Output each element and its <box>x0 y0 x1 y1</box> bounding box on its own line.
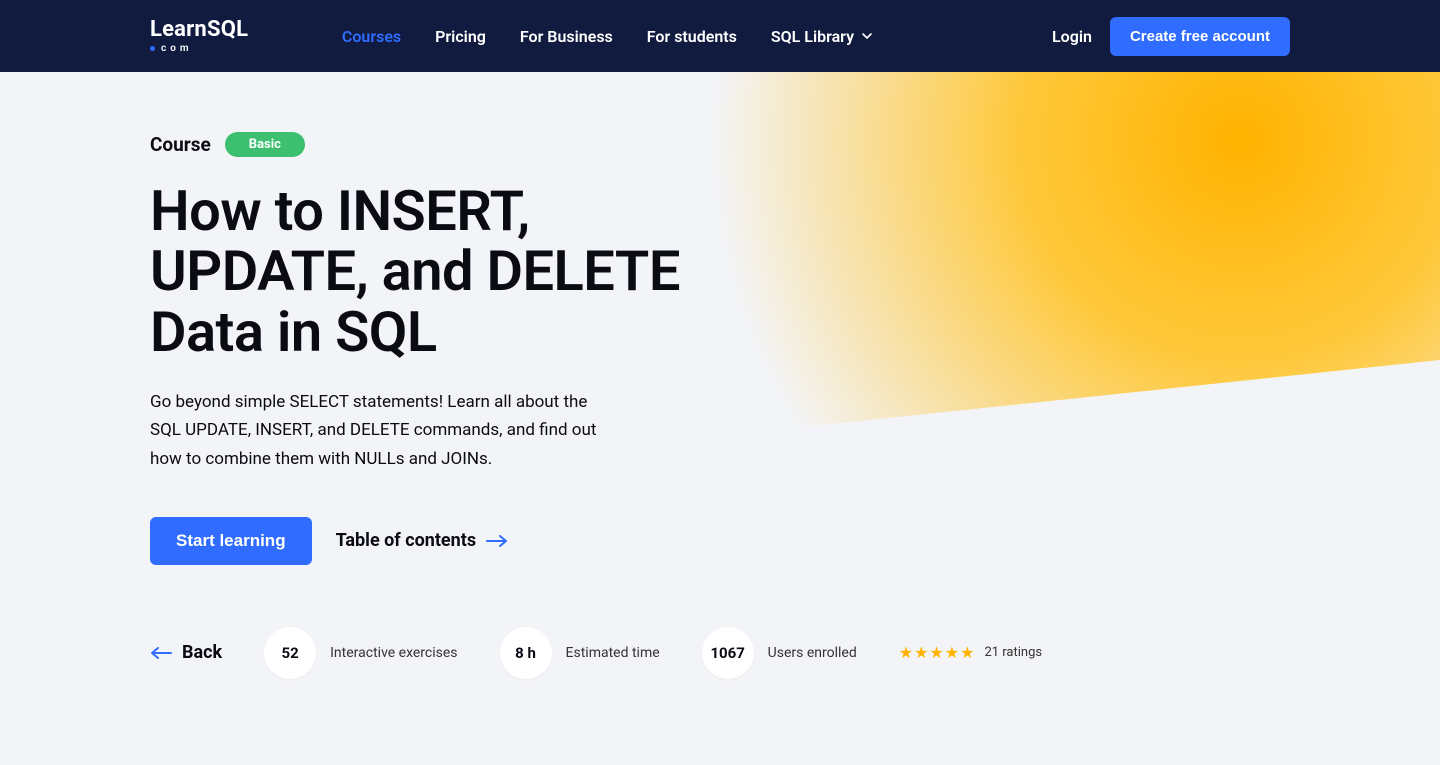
table-of-contents-link[interactable]: Table of contents <box>336 530 509 551</box>
course-meta-row: Course Basic <box>150 132 1440 157</box>
start-learning-button[interactable]: Start learning <box>150 517 312 565</box>
stat-exercises: 52 Interactive exercises <box>264 627 457 679</box>
stat-value: 8 h <box>500 627 552 679</box>
stat-time: 8 h Estimated time <box>500 627 660 679</box>
cta-row: Start learning Table of contents <box>150 517 1440 565</box>
star-icon: ★ <box>899 643 913 662</box>
logo-part-learn: Learn <box>150 19 207 41</box>
nav-pricing[interactable]: Pricing <box>435 27 486 46</box>
rating-count: 21 ratings <box>984 645 1042 660</box>
header-actions: Login Create free account <box>1052 17 1290 56</box>
stat-label: Estimated time <box>566 645 660 661</box>
header: Learn SQL com Courses Pricing For Busine… <box>0 0 1440 72</box>
logo-com: com <box>161 43 193 54</box>
rating-stars: ★ ★ ★ ★ ★ <box>899 643 975 662</box>
toc-label: Table of contents <box>336 530 477 551</box>
course-label: Course <box>150 133 211 156</box>
nav-label: For students <box>647 27 737 46</box>
stat-value: 1067 <box>702 627 754 679</box>
nav-label: Courses <box>342 27 401 46</box>
stats-bar: Back 52 Interactive exercises 8 h Estima… <box>150 627 1440 679</box>
arrow-left-icon <box>150 646 172 660</box>
nav-label: For Business <box>520 27 613 46</box>
nav-label: SQL Library <box>771 27 854 46</box>
star-icon: ★ <box>914 643 928 662</box>
stat-label: Users enrolled <box>768 645 857 661</box>
chevron-down-icon <box>862 31 872 41</box>
nav-sql-library[interactable]: SQL Library <box>771 27 872 46</box>
logo-part-sql: SQL <box>207 19 248 41</box>
nav-courses[interactable]: Courses <box>342 27 401 46</box>
page-title: How to INSERT, UPDATE, and DELETE Data i… <box>150 181 710 362</box>
rating: ★ ★ ★ ★ ★ 21 ratings <box>899 643 1042 662</box>
course-description: Go beyond simple SELECT statements! Lear… <box>150 388 620 472</box>
logo-text: Learn SQL <box>150 19 248 41</box>
login-link[interactable]: Login <box>1052 27 1092 46</box>
star-icon: ★ <box>960 643 974 662</box>
arrow-right-icon <box>486 534 508 548</box>
logo[interactable]: Learn SQL com <box>150 19 248 54</box>
star-icon: ★ <box>929 643 943 662</box>
logo-dot-icon <box>150 46 155 51</box>
stat-users: 1067 Users enrolled <box>702 627 857 679</box>
star-icon: ★ <box>945 643 959 662</box>
stat-value: 52 <box>264 627 316 679</box>
stat-label: Interactive exercises <box>330 645 457 661</box>
main-content: Course Basic How to INSERT, UPDATE, and … <box>0 72 1440 679</box>
level-badge: Basic <box>225 132 305 157</box>
nav-label: Pricing <box>435 27 486 46</box>
main-nav: Courses Pricing For Business For student… <box>342 27 872 46</box>
nav-for-business[interactable]: For Business <box>520 27 613 46</box>
create-account-button[interactable]: Create free account <box>1110 17 1290 56</box>
logo-subtext: com <box>150 43 248 54</box>
nav-for-students[interactable]: For students <box>647 27 737 46</box>
